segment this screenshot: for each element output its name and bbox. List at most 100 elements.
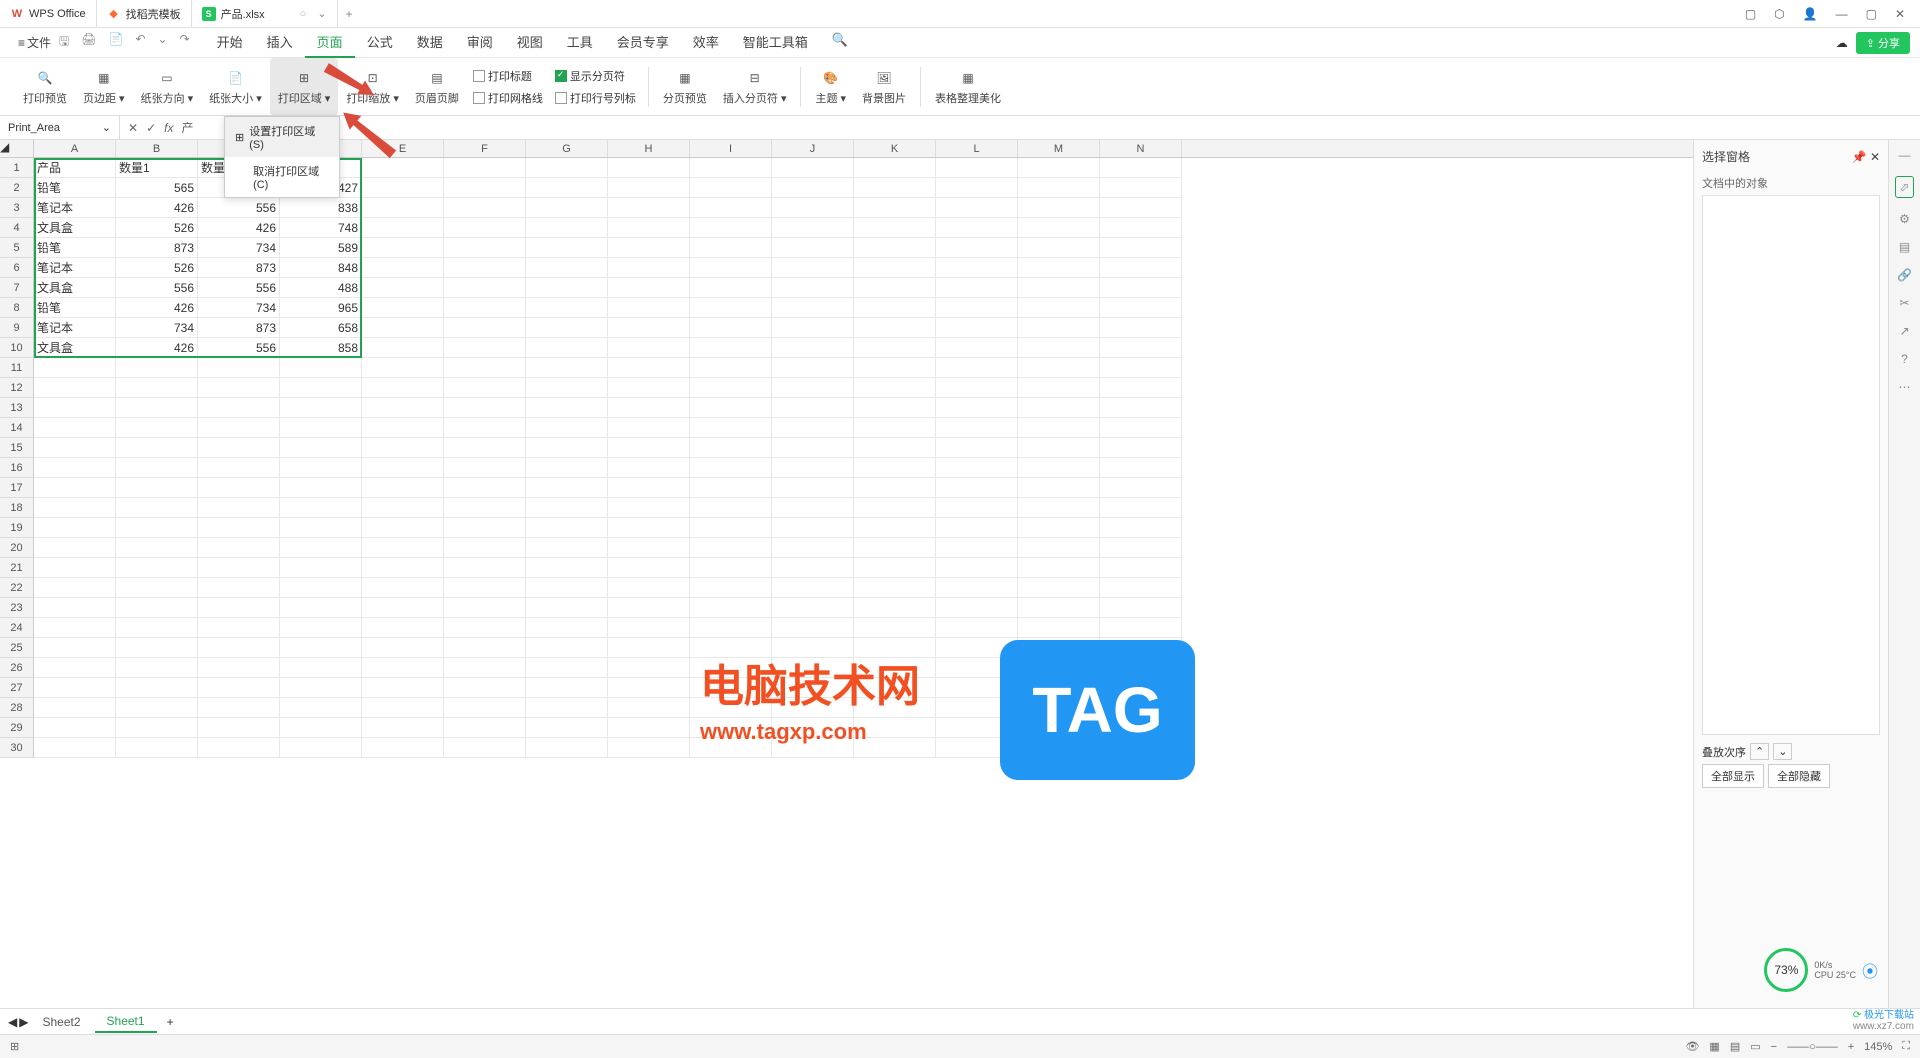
print-preview-button[interactable]: 🔍打印预览: [15, 58, 75, 115]
cell[interactable]: [854, 218, 936, 238]
cell[interactable]: [854, 338, 936, 358]
cell[interactable]: [608, 478, 690, 498]
pin-icon[interactable]: 📌: [1852, 150, 1867, 164]
cell[interactable]: [1018, 638, 1100, 658]
cell[interactable]: [116, 518, 198, 538]
cell[interactable]: 铅笔: [34, 238, 116, 258]
cell[interactable]: [280, 678, 362, 698]
cell[interactable]: [1018, 358, 1100, 378]
cell[interactable]: [116, 598, 198, 618]
cell[interactable]: [772, 478, 854, 498]
cell[interactable]: [1018, 478, 1100, 498]
cell[interactable]: 数量1: [116, 158, 198, 178]
cell[interactable]: [444, 418, 526, 438]
cell[interactable]: [362, 458, 444, 478]
cell[interactable]: [444, 278, 526, 298]
cell[interactable]: [608, 158, 690, 178]
cell[interactable]: [34, 558, 116, 578]
cell[interactable]: [608, 418, 690, 438]
cell[interactable]: [444, 558, 526, 578]
cell[interactable]: [444, 378, 526, 398]
row-header[interactable]: 10: [0, 338, 34, 358]
cell[interactable]: [444, 478, 526, 498]
cell[interactable]: [1100, 478, 1182, 498]
cell[interactable]: [116, 378, 198, 398]
cell[interactable]: [772, 598, 854, 618]
cell[interactable]: [772, 198, 854, 218]
cell[interactable]: [772, 558, 854, 578]
cell[interactable]: [280, 378, 362, 398]
cell[interactable]: [772, 538, 854, 558]
cell[interactable]: [280, 558, 362, 578]
cell[interactable]: [936, 498, 1018, 518]
cell[interactable]: [526, 598, 608, 618]
cell[interactable]: 笔记本: [34, 198, 116, 218]
cell[interactable]: [854, 478, 936, 498]
cell[interactable]: 734: [198, 298, 280, 318]
cell[interactable]: [362, 678, 444, 698]
sheet-nav-left[interactable]: ◀: [8, 1015, 17, 1029]
cell[interactable]: [608, 358, 690, 378]
cell[interactable]: [936, 698, 1018, 718]
cell[interactable]: [198, 678, 280, 698]
cell[interactable]: 笔记本: [34, 258, 116, 278]
row-header[interactable]: 1: [0, 158, 34, 178]
cell[interactable]: [1100, 438, 1182, 458]
cell[interactable]: [444, 438, 526, 458]
cell[interactable]: [772, 618, 854, 638]
cell[interactable]: [1100, 598, 1182, 618]
maximize-icon[interactable]: ▢: [1866, 7, 1877, 21]
cell[interactable]: [362, 578, 444, 598]
cell[interactable]: [772, 278, 854, 298]
cell[interactable]: [362, 238, 444, 258]
cell[interactable]: [1018, 738, 1100, 758]
fx-icon[interactable]: fx: [164, 121, 173, 135]
col-header[interactable]: L: [936, 140, 1018, 157]
close-icon[interactable]: ✕: [1895, 7, 1905, 21]
cell[interactable]: 734: [116, 318, 198, 338]
cell[interactable]: [526, 558, 608, 578]
cell[interactable]: [854, 738, 936, 758]
cell[interactable]: [362, 438, 444, 458]
cloud-icon[interactable]: ☁: [1836, 36, 1848, 50]
view-normal-icon[interactable]: ▦: [1709, 1040, 1719, 1053]
menu-tab-view[interactable]: 视图: [505, 27, 555, 58]
cell[interactable]: [936, 598, 1018, 618]
row-header[interactable]: 15: [0, 438, 34, 458]
accept-fx-icon[interactable]: ✓: [146, 121, 156, 135]
row-header[interactable]: 17: [0, 478, 34, 498]
cell[interactable]: [444, 658, 526, 678]
set-print-area-item[interactable]: ⊞ 设置打印区域(S): [225, 117, 339, 157]
cell[interactable]: [116, 478, 198, 498]
menu-tab-ai[interactable]: 智能工具箱: [731, 27, 820, 58]
row-header[interactable]: 23: [0, 598, 34, 618]
beautify-button[interactable]: ▦表格整理美化: [927, 58, 1009, 115]
panel-icon[interactable]: ▢: [1745, 7, 1756, 21]
cell[interactable]: 产品: [34, 158, 116, 178]
cell[interactable]: [936, 438, 1018, 458]
cell[interactable]: [690, 158, 772, 178]
cell[interactable]: [198, 438, 280, 458]
cell[interactable]: [690, 418, 772, 438]
cell[interactable]: 838: [280, 198, 362, 218]
cell[interactable]: [1100, 238, 1182, 258]
close-panel-icon[interactable]: ✕: [1870, 150, 1880, 164]
cell[interactable]: [444, 358, 526, 378]
cell[interactable]: [772, 438, 854, 458]
cell[interactable]: [444, 398, 526, 418]
sheet-tab-active[interactable]: Sheet1: [95, 1011, 157, 1033]
cell[interactable]: 笔记本: [34, 318, 116, 338]
cell[interactable]: 426: [198, 218, 280, 238]
cell[interactable]: [526, 278, 608, 298]
cell[interactable]: [608, 638, 690, 658]
row-header[interactable]: 26: [0, 658, 34, 678]
col-header[interactable]: G: [526, 140, 608, 157]
bg-button[interactable]: 🖼背景图片: [854, 58, 914, 115]
cell[interactable]: [526, 298, 608, 318]
cell[interactable]: [1100, 278, 1182, 298]
cell[interactable]: [444, 618, 526, 638]
cell[interactable]: [772, 298, 854, 318]
cell[interactable]: [772, 398, 854, 418]
cell[interactable]: [362, 298, 444, 318]
cell[interactable]: [116, 418, 198, 438]
